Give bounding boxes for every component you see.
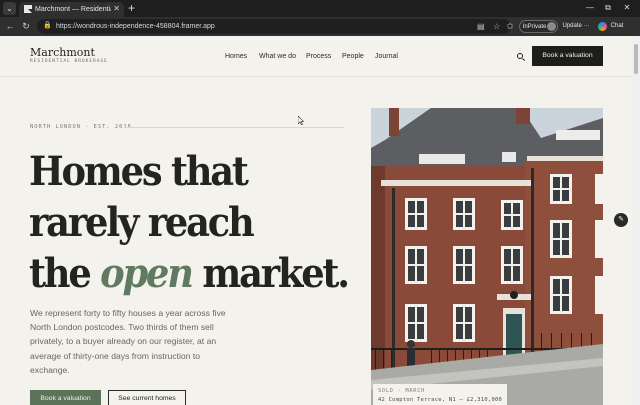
see-current-homes-button[interactable]: See current homes — [108, 390, 186, 405]
search-icon[interactable] — [516, 52, 526, 62]
tab-actions-menu-icon[interactable]: ⌄ — [3, 2, 16, 15]
favorite-star-icon[interactable]: ☆ — [493, 21, 500, 32]
window-minimize-button[interactable]: — — [583, 2, 597, 14]
headline-line-1: Homes that — [29, 148, 249, 195]
book-valuation-button[interactable]: Book a valuation — [30, 390, 101, 405]
copilot-chat-button[interactable]: Chat — [597, 20, 629, 33]
headline-emphasis: open — [100, 250, 194, 297]
chat-label: Chat — [610, 23, 624, 29]
headline-line-2: rarely reach — [29, 199, 255, 246]
inprivate-badge[interactable]: InPrivate — [519, 20, 558, 33]
pencil-icon[interactable]: ✎ — [614, 213, 628, 227]
hero-headline: Homes that rarely reach the open market. — [29, 146, 350, 299]
favorites-icon[interactable]: ✩ — [504, 20, 516, 32]
copilot-icon — [598, 22, 607, 31]
hero-house-photo — [371, 108, 603, 405]
nav-link-journal[interactable]: Journal — [375, 52, 398, 62]
book-valuation-header-button[interactable]: Book a valuation — [532, 46, 603, 66]
caption-detail: 42 Compton Terrace, N1 — £2,310,000 — [378, 397, 503, 403]
headline-line-3-post: market. — [191, 250, 350, 297]
browser-address-bar: ← ↻ 🔒 https://wondrous-independence-4588… — [0, 17, 640, 36]
new-tab-button[interactable]: + — [128, 1, 135, 15]
nav-link-process[interactable]: Process — [306, 52, 331, 62]
more-dots-icon: ··· — [583, 23, 590, 29]
eyebrow-rule — [124, 127, 344, 128]
browser-tab-bar: ⌄ Marchmont — Residential broker… ✕ + — … — [0, 0, 640, 17]
browser-tab-active[interactable]: Marchmont — Residential broker… ✕ — [19, 2, 124, 17]
header-divider — [0, 76, 632, 77]
photo-caption-card: SOLD · MARCH 42 Compton Terrace, N1 — £2… — [373, 384, 507, 405]
reader-mode-icon[interactable]: ▤ — [477, 21, 485, 32]
mouse-cursor-icon — [298, 116, 304, 125]
web-page: Marchmont RESIDENTIAL BROKERAGE Homes Wh… — [0, 36, 632, 405]
tab-close-icon[interactable]: ✕ — [113, 4, 120, 14]
profile-avatar — [547, 22, 556, 31]
window-maximize-button[interactable]: ⧉ — [601, 2, 615, 14]
headline-line-3-pre: the — [29, 250, 101, 297]
site-logo-subtitle: RESIDENTIAL BROKERAGE — [30, 59, 108, 64]
page-scrollbar[interactable] — [632, 36, 640, 405]
url-text: https://wondrous-independence-458804.fra… — [56, 23, 215, 30]
nav-link-people[interactable]: People — [342, 52, 364, 62]
window-close-button[interactable]: ✕ — [620, 2, 634, 14]
url-field[interactable]: 🔒 https://wondrous-independence-458804.f… — [37, 19, 511, 34]
tab-title: Marchmont — Residential broker… — [35, 6, 111, 13]
site-logo[interactable]: Marchmont — [30, 46, 95, 59]
update-button[interactable]: Update ··· — [561, 20, 591, 33]
site-info-lock-icon[interactable]: 🔒 — [43, 22, 52, 30]
refresh-icon[interactable]: ↻ — [20, 20, 32, 32]
update-label: Update — [562, 23, 582, 29]
nav-link-homes[interactable]: Homes — [225, 52, 247, 62]
scrollbar-thumb[interactable] — [634, 44, 638, 74]
nav-link-what-we-do[interactable]: What we do — [259, 52, 296, 62]
caption-status: SOLD · MARCH — [378, 388, 426, 394]
hero-eyebrow: NORTH LONDON · EST. 2016 — [30, 124, 132, 130]
back-arrow-icon[interactable]: ← — [4, 20, 16, 32]
framer-favicon-icon — [24, 5, 32, 13]
inprivate-label: InPrivate — [522, 24, 547, 30]
hero-lede: We represent forty to fifty houses a yea… — [30, 308, 226, 375]
